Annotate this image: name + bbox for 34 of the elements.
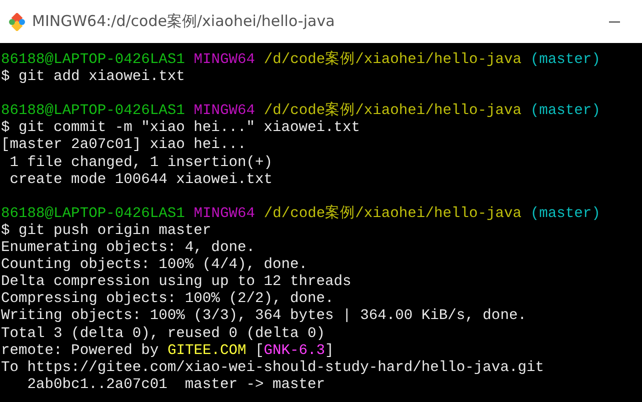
shell-name: MINGW64 xyxy=(194,52,256,70)
output-text: Enumerating objects: 4, done. xyxy=(1,240,255,257)
output-text: To https://gitee.com/xiao-wei-should-study-hard/hello-java.git xyxy=(1,360,544,377)
host-name: GITEE.COM xyxy=(167,342,246,360)
output-text: Counting objects: 100% (4/4), done. xyxy=(1,257,308,274)
git-branch: (master) xyxy=(530,52,600,70)
git-branch: (master) xyxy=(530,206,600,223)
prompt-path: /d/code案例/xiaohei/hello-java xyxy=(264,103,522,120)
output-text: Total 3 (delta 0), reused 0 (delta 0) xyxy=(1,326,326,343)
output-text: $ git commit -m "xiao hei..." xiaowei.txt xyxy=(1,120,360,137)
output-text: 2ab0bc1..2a07c01 master -> master xyxy=(26,376,326,394)
shell-name: MINGW64 xyxy=(194,103,256,120)
git-branch: (master) xyxy=(530,103,600,120)
prompt-path: /d/code案例/xiaohei/hello-java xyxy=(264,52,522,70)
output-text: Delta compression using up to 12 threads xyxy=(1,274,352,291)
output-text: [ xyxy=(255,342,264,360)
output-text: remote: Powered by xyxy=(1,342,159,360)
version-tag: GNK-6.3 xyxy=(264,342,326,360)
prompt-user: 86188@LAPTOP-0426LAS1 xyxy=(1,52,185,69)
shell-name: MINGW64 xyxy=(194,206,256,223)
output-text: Writing objects: 100% (3/3), 364 bytes | 364.00 KiB/s, done. xyxy=(1,308,526,326)
output-text: $ git add xiaowei.txt xyxy=(1,69,185,86)
window-title: MINGW64:/d/code案例/xiaohei/hello-java xyxy=(32,12,336,31)
output-text: $ git push origin master xyxy=(1,222,212,240)
prompt-user: 86188@LAPTOP-0426LAS1 xyxy=(1,206,185,223)
minimize-icon[interactable] xyxy=(609,20,620,22)
output-text: ] xyxy=(324,342,334,360)
prompt-path: /d/code案例/xiaohei/hello-java xyxy=(264,206,522,223)
prompt-user: 86188@LAPTOP-0426LAS1 xyxy=(1,103,185,120)
git-logo-icon xyxy=(8,12,26,30)
output-text: [master 2a07c01] xiao hei... xyxy=(1,137,246,155)
output-text: Compressing objects: 100% (2/2), done. xyxy=(1,291,334,308)
output-text: create mode 100644 xiaowei.txt xyxy=(8,172,272,189)
output-text: 1 file changed, 1 insertion(+) xyxy=(8,154,272,172)
